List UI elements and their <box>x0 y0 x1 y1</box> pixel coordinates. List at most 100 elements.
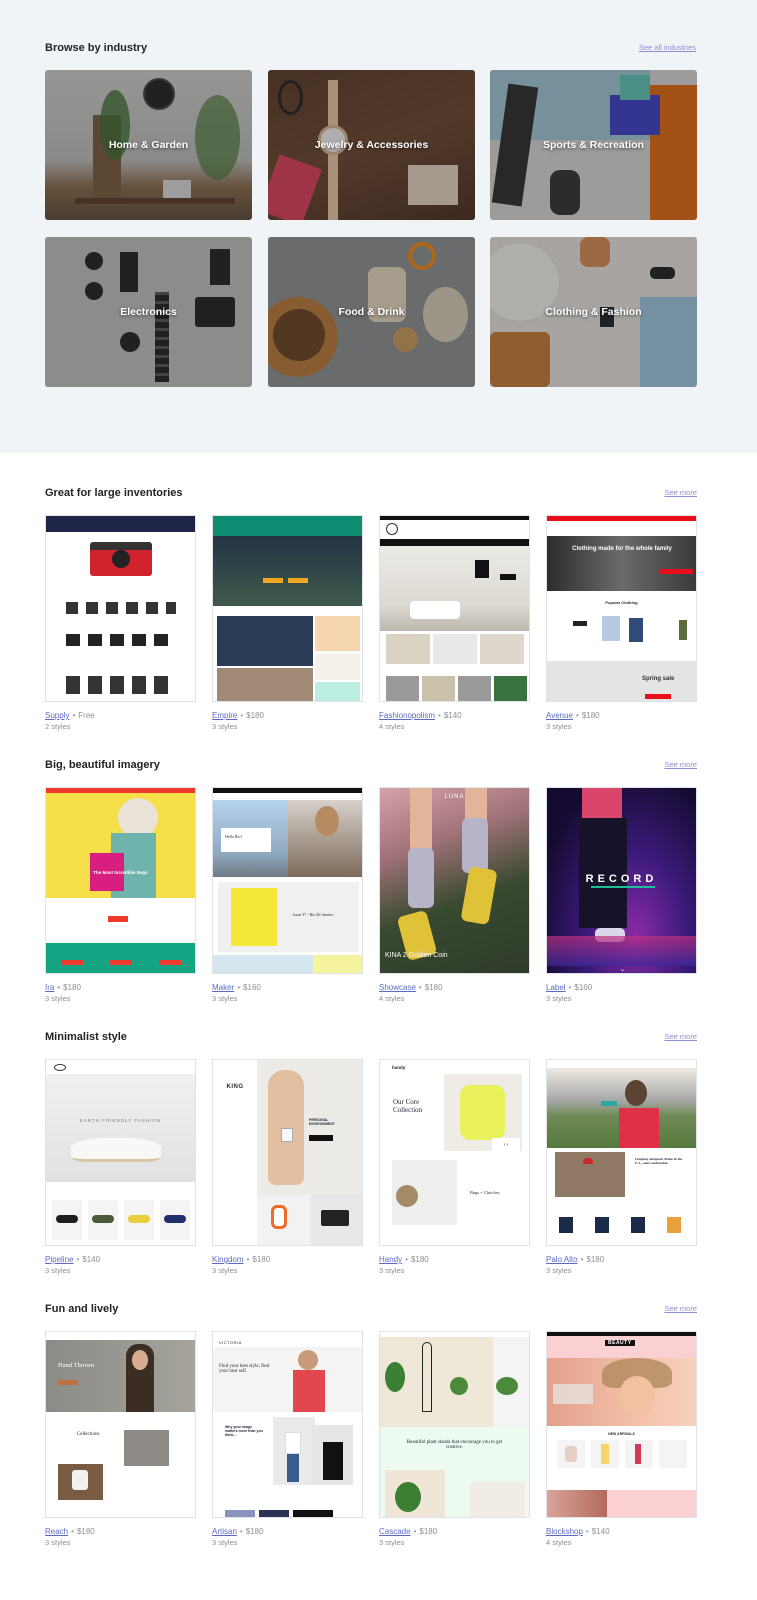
carousel-arrows-icon: ‹ › <box>492 1138 520 1152</box>
theme-name-link[interactable]: Cascade <box>379 1527 411 1536</box>
theme-styles-count: 3 styles <box>546 722 572 731</box>
theme-preview[interactable]: Hello Rio! Issue 37 - Rio De Janeiro <box>212 787 363 974</box>
theme-preview[interactable]: Hand Thrown Collections <box>45 1331 196 1518</box>
theme-price: $140 <box>443 711 462 720</box>
industry-card-electronics[interactable]: Electronics <box>45 237 252 387</box>
theme-preview[interactable]: Uniquely designed. Made in the U.S., and… <box>546 1059 697 1246</box>
theme-styles-count: 3 styles <box>212 1538 238 1547</box>
preview-products <box>66 676 176 694</box>
industry-card-sports-recreation[interactable]: Sports & Recreation <box>490 70 697 220</box>
theme-name-link[interactable]: Pipeline <box>45 1255 73 1264</box>
theme-styles-count: 3 styles <box>212 994 238 1003</box>
theme-preview[interactable]: VICTORIA Find your best style, find your… <box>212 1331 363 1518</box>
industry-card-clothing-fashion[interactable]: Clothing & Fashion <box>490 237 697 387</box>
theme-styles-count: 3 styles <box>45 1266 71 1275</box>
preview-hero <box>213 1347 362 1412</box>
theme-card-fashionopolism[interactable]: Fashionopolism • $140 4 styles <box>379 515 530 732</box>
theme-name-link[interactable]: Supply <box>45 711 69 720</box>
theme-price: $180 <box>246 711 264 720</box>
collection-title: Great for large inventories <box>45 487 183 499</box>
theme-price: Free <box>78 711 95 720</box>
theme-card-palo-alto[interactable]: Uniquely designed. Made in the U.S., and… <box>546 1059 697 1276</box>
theme-name-link[interactable]: Maker <box>212 983 234 992</box>
see-more-link[interactable]: See more <box>664 760 697 769</box>
theme-name-link[interactable]: Ira <box>45 983 54 992</box>
preview-hero <box>46 1074 195 1182</box>
theme-preview[interactable]: The Most Incredible Bags <box>45 787 196 974</box>
theme-card-showcase[interactable]: LUNA KINA 2 Golden Coin Showcase • $180 4 … <box>379 787 530 1004</box>
theme-preview[interactable]: RECORD ⌄ <box>546 787 697 974</box>
theme-card-reach[interactable]: Hand Thrown Collections Reach • $180 3 sty… <box>45 1331 196 1548</box>
theme-preview[interactable] <box>212 515 363 702</box>
see-more-link[interactable]: See more <box>664 1032 697 1041</box>
theme-price: $180 <box>252 1255 271 1264</box>
theme-styles-count: 3 styles <box>45 994 71 1003</box>
preview-plant-stand <box>422 1342 432 1412</box>
theme-card-supply[interactable]: Supply • Free 2 styles <box>45 515 196 732</box>
preview-magazine <box>231 888 277 946</box>
see-all-industries-link[interactable]: See all industries <box>639 43 696 52</box>
theme-name-link[interactable]: Avenue <box>546 711 573 720</box>
theme-name-link[interactable]: Kingdom <box>212 1255 244 1264</box>
preview-logo <box>54 1064 66 1071</box>
theme-name-link[interactable]: Palo Alto <box>546 1255 578 1264</box>
industry-card-home-garden[interactable]: Home & Garden <box>45 70 252 220</box>
theme-card-cascade[interactable]: Beautiful plant stands that encourage yo… <box>379 1331 530 1548</box>
theme-preview[interactable]: Clothing made for the whole family Popul… <box>546 515 697 702</box>
collection-title: Big, beautiful imagery <box>45 759 160 771</box>
theme-name-link[interactable]: Artisan <box>212 1527 237 1536</box>
theme-name-link[interactable]: Handy <box>379 1255 402 1264</box>
theme-price: $180 <box>424 983 443 992</box>
theme-card-avenue[interactable]: Clothing made for the whole family Popul… <box>546 515 697 732</box>
preview-header <box>46 516 195 532</box>
preview-products <box>66 602 176 614</box>
theme-styles-count: 2 styles <box>45 722 71 731</box>
theme-name-link[interactable]: Showcase <box>379 983 416 992</box>
theme-preview[interactable]: BEAUTY NEW ARRIVALS <box>546 1331 697 1518</box>
industry-card-label: Sports & Recreation <box>543 139 644 151</box>
industry-card-jewelry-accessories[interactable]: Jewelry & Accessories <box>268 70 475 220</box>
theme-preview[interactable]: KING PERSONAL ENVIRONMENT <box>212 1059 363 1246</box>
theme-name-link[interactable]: Empire <box>212 711 237 720</box>
preview-bag <box>396 1185 418 1207</box>
see-more-link[interactable]: See more <box>664 488 697 497</box>
theme-price: $180 <box>245 1527 264 1536</box>
industry-card-label: Food & Drink <box>338 306 405 318</box>
theme-preview[interactable]: Beautiful plant stands that encourage yo… <box>379 1331 530 1518</box>
theme-card-artisan[interactable]: VICTORIA Find your best style, find your… <box>212 1331 363 1548</box>
theme-preview[interactable]: handy Our Core Collection ‹ › Bags + Clu… <box>379 1059 530 1246</box>
theme-price: $180 <box>586 1255 605 1264</box>
theme-card-kingdom[interactable]: KING PERSONAL ENVIRONMENT Kingdom • $180 3… <box>212 1059 363 1276</box>
industry-card-food-drink[interactable]: Food & Drink <box>268 237 475 387</box>
section-title: Browse by industry <box>45 42 148 54</box>
theme-preview[interactable]: EARTH FRIENDLY FASHION <box>45 1059 196 1246</box>
theme-price: $180 <box>76 1527 95 1536</box>
theme-preview[interactable]: LUNA KINA 2 Golden Coin <box>379 787 530 974</box>
preview-brand: KING <box>226 1084 244 1090</box>
theme-name-link[interactable]: Label <box>546 983 566 992</box>
theme-styles-count: 4 styles <box>379 994 405 1003</box>
theme-price: $180 <box>581 711 600 720</box>
theme-card-empire[interactable]: Empire • $180 3 styles <box>212 515 363 732</box>
see-more-link[interactable]: See more <box>664 1304 697 1313</box>
preview-hero <box>213 536 362 606</box>
theme-preview[interactable] <box>45 515 196 702</box>
theme-name-link[interactable]: Blockshop <box>546 1527 583 1536</box>
theme-styles-count: 4 styles <box>546 1538 572 1547</box>
preview-hero-text: RECORD <box>585 873 658 885</box>
preview-hero <box>46 1340 195 1412</box>
theme-card-maker[interactable]: Hello Rio! Issue 37 - Rio De Janeiro Mak… <box>212 787 363 1004</box>
theme-card-pipeline[interactable]: EARTH FRIENDLY FASHION Pipeline • $140 3 s… <box>45 1059 196 1276</box>
theme-card-blockshop[interactable]: BEAUTY NEW ARRIVALS Blockshop • $140 4 sty… <box>546 1331 697 1548</box>
theme-preview[interactable] <box>379 515 530 702</box>
preview-jacket <box>619 1108 659 1148</box>
theme-name-link[interactable]: Fashionopolism <box>379 711 435 720</box>
theme-price: $160 <box>243 983 261 992</box>
theme-card-label[interactable]: RECORD ⌄ Label • $160 3 styles <box>546 787 697 1004</box>
theme-name-link[interactable]: Reach <box>45 1527 68 1536</box>
preview-shoe <box>71 1138 161 1162</box>
browse-by-industry-section: Browse by industry See all industries Ho… <box>0 0 757 453</box>
preview-plant <box>385 1362 405 1392</box>
theme-card-handy[interactable]: handy Our Core Collection ‹ › Bags + Clu… <box>379 1059 530 1276</box>
theme-card-ira[interactable]: The Most Incredible Bags Ira • $180 3 styl… <box>45 787 196 1004</box>
